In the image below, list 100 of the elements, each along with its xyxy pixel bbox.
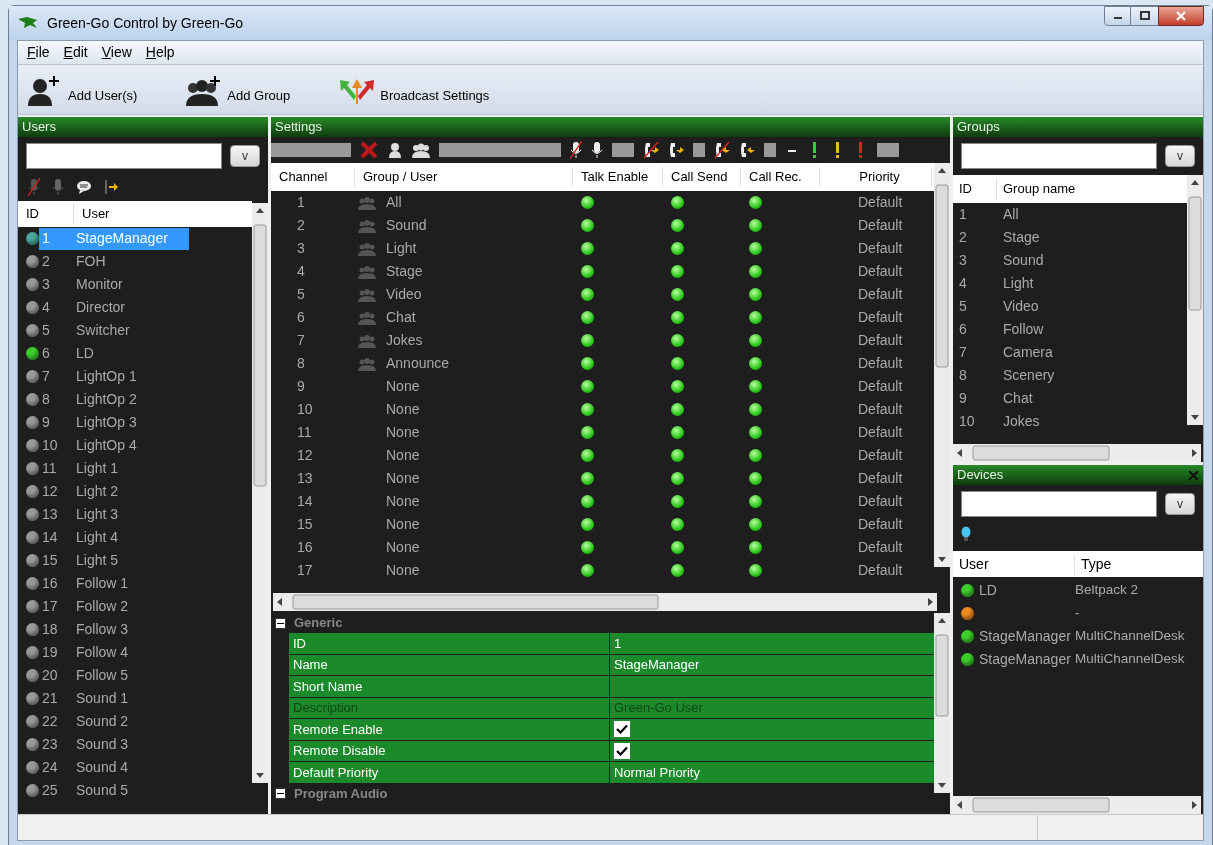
user-list-item[interactable]: 11 Light 1 — [39, 457, 189, 480]
vertical-scrollbar[interactable] — [1187, 175, 1203, 425]
call-send-icon[interactable] — [668, 141, 684, 159]
property-label: Remote Enable — [289, 719, 610, 740]
user-list-item[interactable]: 15 Light 5 — [39, 549, 189, 572]
toolbar-button[interactable]: Add Group — [181, 73, 295, 106]
group-list-item[interactable]: 5 Video — [953, 295, 1187, 318]
menu-item[interactable]: Edit — [58, 42, 93, 63]
close-button[interactable] — [1158, 6, 1204, 26]
table-cell-text: Default — [857, 446, 904, 465]
checkbox[interactable] — [614, 721, 630, 738]
group-list-item[interactable]: 8 Scenery — [953, 364, 1187, 387]
menu-item[interactable]: Help — [140, 42, 180, 63]
toolbar-button[interactable]: Add User(s) — [22, 73, 142, 106]
user-list-item[interactable]: 8 LightOp 2 — [39, 388, 189, 411]
table-cell-text: Announce — [385, 354, 450, 373]
menu-item[interactable]: File — [22, 42, 55, 63]
group-icon — [358, 356, 376, 371]
bulb-icon[interactable] — [961, 526, 971, 542]
table-cell-text: 11 — [296, 423, 313, 442]
property-label: ID — [289, 633, 610, 654]
user-list-item[interactable]: 5 Switcher — [39, 319, 189, 342]
group-icon[interactable] — [412, 142, 430, 158]
group-list-item[interactable]: 7 Camera — [953, 341, 1187, 364]
user-list-item[interactable]: 3 Monitor — [39, 273, 189, 296]
user-list-item[interactable]: 25 Sound 5 — [39, 779, 189, 802]
delete-icon[interactable] — [360, 141, 378, 159]
group-list-item[interactable]: 4 Light — [953, 272, 1187, 295]
horizontal-scrollbar[interactable] — [953, 444, 1201, 462]
table-cell-text: StageManager — [979, 650, 1071, 669]
user-list-item[interactable]: 19 Follow 4 — [39, 641, 189, 664]
group-list-item[interactable]: 2 Stage — [953, 226, 1187, 249]
group-list-item[interactable]: 6 Follow — [953, 318, 1187, 341]
user-list-item[interactable]: 14 Light 4 — [39, 526, 189, 549]
group-icon — [358, 310, 376, 325]
user-list-item[interactable]: 24 Sound 4 — [39, 756, 189, 779]
user-list-item[interactable]: 18 Follow 3 — [39, 618, 189, 641]
menu-item[interactable]: View — [96, 42, 137, 63]
user-list-item[interactable]: 21 Sound 1 — [39, 687, 189, 710]
user-list-item[interactable]: 10 LightOp 4 — [39, 434, 189, 457]
table-cell-text: Default — [857, 423, 904, 442]
vertical-scrollbar[interactable] — [934, 163, 950, 567]
minimize-button[interactable] — [1104, 6, 1131, 26]
table-cell-text: All — [385, 193, 402, 212]
toolbar-filler-bar — [764, 143, 776, 157]
vertical-scrollbar[interactable] — [252, 203, 268, 783]
user-list-item[interactable]: 7 LightOp 1 — [39, 365, 189, 388]
table-cell-text: Default — [857, 377, 904, 396]
property-label: Remote Disable — [289, 740, 610, 761]
table-cell-text: Stage — [385, 262, 423, 281]
user-list-item[interactable]: 23 Sound 3 — [39, 733, 189, 756]
filter-button[interactable]: v — [1165, 145, 1195, 167]
user-list-item[interactable]: 16 Follow 1 — [39, 572, 189, 595]
mic-off-icon[interactable] — [570, 141, 582, 159]
filter-button[interactable]: v — [1165, 493, 1195, 515]
column-header: ID — [18, 204, 74, 224]
table-cell-text: Jokes — [385, 331, 423, 350]
property-label: Description — [289, 697, 610, 718]
window-title: Green-Go Control by Green-Go — [47, 13, 244, 33]
table-cell-text: 6 — [296, 308, 306, 327]
user-list-item[interactable]: 17 Follow 2 — [39, 595, 189, 618]
user-list-item[interactable]: 2 FOH — [39, 250, 189, 273]
table-cell-text: None — [385, 561, 420, 580]
user-list-item[interactable]: 9 LightOp 3 — [39, 411, 189, 434]
checkbox[interactable] — [614, 742, 630, 759]
close-icon[interactable] — [1188, 469, 1199, 481]
group-list-item[interactable]: 1 All — [953, 203, 1187, 226]
table-cell-text: Default — [857, 285, 904, 304]
user-list-item[interactable]: 4 Director — [39, 296, 189, 319]
user-list-item[interactable]: 20 Follow 5 — [39, 664, 189, 687]
search-field[interactable] — [26, 143, 222, 169]
call-receive-off-icon[interactable] — [714, 141, 730, 159]
user-list-item[interactable]: 13 Light 3 — [39, 503, 189, 526]
group-list-item[interactable]: 9 Chat — [953, 387, 1187, 410]
search-field[interactable] — [961, 491, 1157, 517]
horizontal-scrollbar[interactable] — [953, 796, 1201, 814]
collapse-icon[interactable] — [275, 617, 286, 629]
mic-icon[interactable] — [591, 141, 603, 159]
table-cell-text: None — [385, 377, 420, 396]
user-list-item[interactable]: 6 LD — [39, 342, 189, 365]
table-cell-text: Default — [857, 331, 904, 350]
collapse-icon[interactable] — [275, 788, 286, 799]
vertical-scrollbar[interactable] — [934, 613, 950, 793]
toolbar-filler-bar — [693, 143, 705, 157]
group-list-item[interactable]: 3 Sound — [953, 249, 1187, 272]
toolbar-button[interactable]: Broadcast Settings — [334, 73, 494, 106]
call-send-off-icon[interactable] — [643, 141, 659, 159]
table-cell-text: MultiChannelDesk — [1075, 650, 1185, 669]
user-list-item[interactable]: 12 Light 2 — [39, 480, 189, 503]
check-icon — [616, 724, 628, 735]
mic-icon — [52, 178, 64, 196]
table-cell-text: None — [385, 492, 420, 511]
search-field[interactable] — [961, 143, 1157, 169]
filter-button[interactable]: v — [230, 145, 260, 167]
call-receive-icon[interactable] — [739, 141, 755, 159]
maximize-button[interactable] — [1131, 6, 1158, 26]
section-title: Generic — [294, 614, 343, 633]
user-icon[interactable] — [387, 142, 403, 158]
user-list-item[interactable]: 22 Sound 2 — [39, 710, 189, 733]
group-list-item[interactable]: 10 Jokes — [953, 410, 1187, 433]
